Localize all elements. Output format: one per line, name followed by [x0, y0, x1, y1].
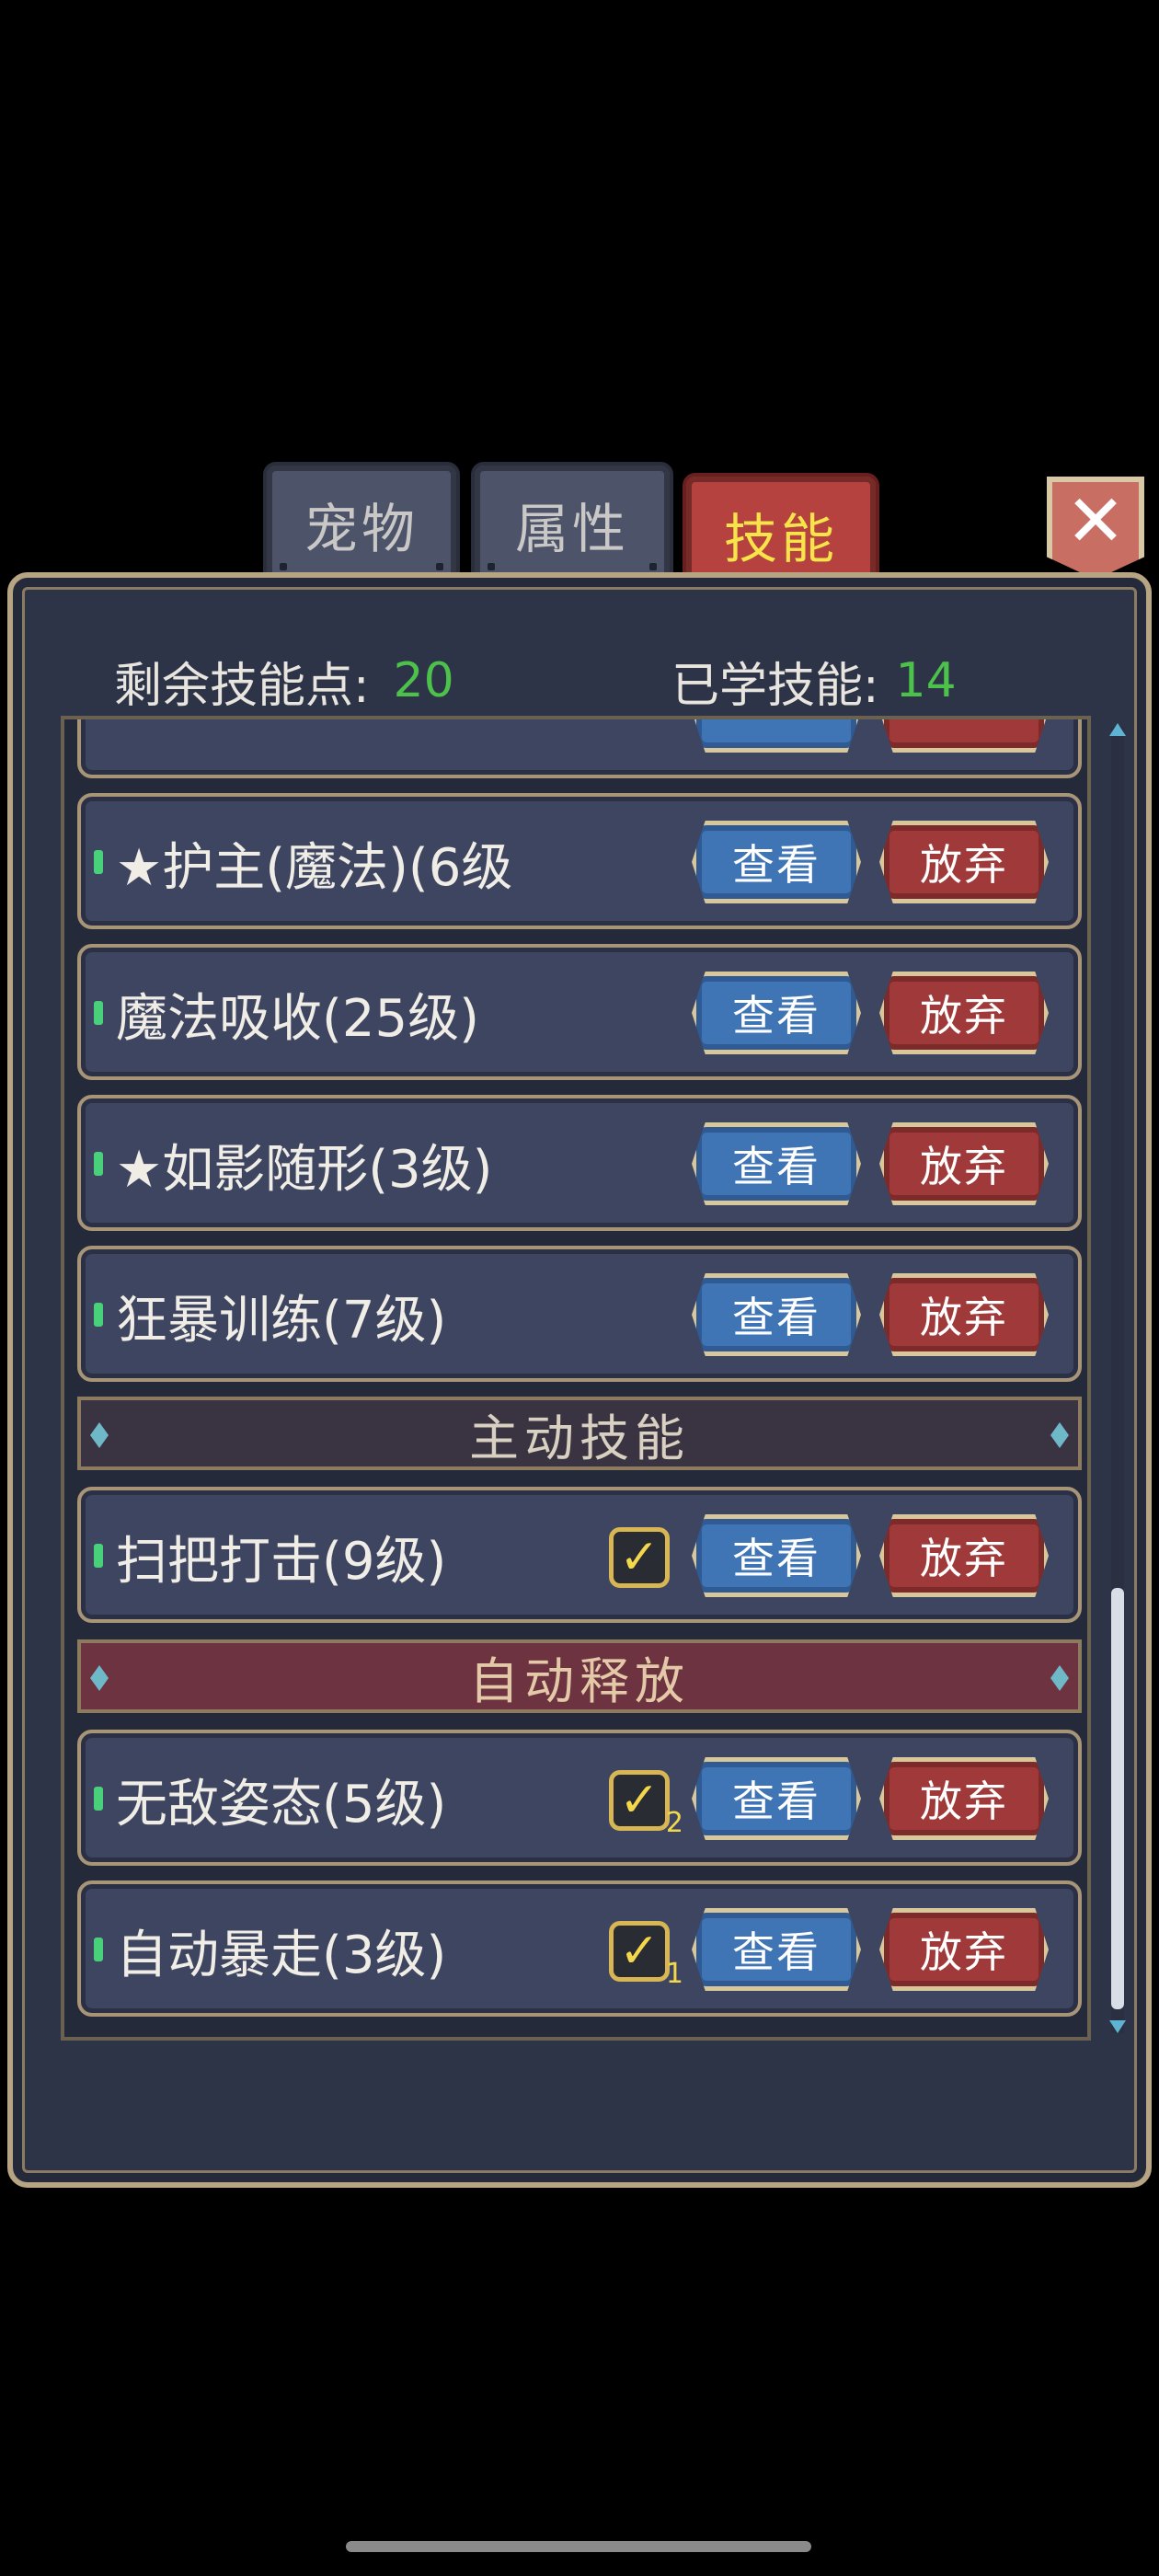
check-icon: ✓	[619, 1773, 660, 1828]
skill-name: 无敌姿态(5级)	[116, 1775, 447, 1834]
gem-icon	[1050, 1665, 1069, 1691]
view-button[interactable]: 查看	[692, 1122, 861, 1205]
section-header-auto: 自动释放	[77, 1639, 1082, 1713]
skill-row: 狂暴训练(7级) 查看 放弃	[77, 1246, 1082, 1382]
view-button[interactable]: 查看	[692, 1514, 861, 1597]
skill-name: ★护主(魔法)(6级	[116, 838, 513, 898]
skill-name: 扫把打击(9级)	[116, 1532, 447, 1592]
row-marker	[94, 1544, 103, 1568]
rivet	[649, 563, 657, 570]
check-icon: ✓	[619, 1530, 660, 1585]
close-button[interactable]: ✕	[1047, 477, 1144, 580]
section-title: 自动释放	[469, 1651, 690, 1710]
skill-name: 魔法吸收(25级)	[116, 989, 479, 1049]
tab-skills-label: 技能	[723, 508, 838, 570]
home-indicator[interactable]	[346, 2541, 811, 2552]
auto-cast-checkbox[interactable]: ✓ 2	[609, 1770, 683, 1839]
row-marker	[94, 1787, 103, 1811]
remaining-points-value: 20	[393, 653, 454, 708]
section-title: 主动技能	[469, 1409, 690, 1467]
row-marker	[94, 1001, 103, 1025]
learned-skills-label: 已学技能:	[671, 658, 879, 714]
drop-button[interactable]: 放弃	[879, 821, 1049, 903]
auto-cast-checkbox[interactable]: ✓	[609, 1527, 670, 1588]
drop-button[interactable]: 放弃	[879, 1908, 1049, 1991]
view-button[interactable]: 查看	[692, 821, 861, 903]
close-icon: ✕	[1065, 480, 1126, 563]
skill-row: ★护主(魔法)(6级 查看 放弃	[77, 793, 1082, 929]
view-button[interactable]: 查看	[692, 1908, 861, 1991]
tab-attributes[interactable]: 属性	[471, 462, 673, 587]
view-button[interactable]: 查看	[692, 1757, 861, 1840]
rivet	[436, 563, 443, 570]
skill-row: 自动暴走(3级) ✓ 1 查看 放弃	[77, 1880, 1082, 2017]
tab-pet[interactable]: 宠物	[263, 462, 460, 587]
skill-row: ★如影随形(3级) 查看 放弃	[77, 1095, 1082, 1231]
skill-row: 扫把打击(9级) ✓ 查看 放弃	[77, 1487, 1082, 1623]
skill-row-partial	[77, 719, 1082, 778]
scrollbar-thumb[interactable]	[1111, 1588, 1124, 2009]
rivet	[488, 563, 495, 570]
check-icon: ✓	[619, 1924, 660, 1979]
remaining-points: 剩余技能点: 20	[114, 644, 454, 718]
row-marker	[94, 850, 103, 874]
learned-skills: 已学技能: 14	[671, 644, 957, 718]
section-header-active: 主动技能	[77, 1397, 1082, 1470]
drop-button[interactable]: 放弃	[879, 1273, 1049, 1356]
row-marker	[94, 1303, 103, 1327]
gem-icon	[90, 1422, 109, 1448]
drop-button[interactable]: 放弃	[879, 1757, 1049, 1840]
gem-icon	[1050, 1422, 1069, 1448]
learned-skills-value: 14	[895, 653, 957, 708]
skill-row: 魔法吸收(25级) 查看 放弃	[77, 944, 1082, 1080]
row-marker	[94, 1152, 103, 1176]
drop-button[interactable]	[879, 719, 1049, 753]
cast-order: 1	[665, 1958, 683, 1990]
skill-row: 无敌姿态(5级) ✓ 2 查看 放弃	[77, 1730, 1082, 1866]
rivet	[280, 563, 287, 570]
view-button[interactable]	[692, 719, 861, 753]
drop-button[interactable]: 放弃	[879, 1122, 1049, 1205]
drop-button[interactable]: 放弃	[879, 972, 1049, 1054]
cast-order: 2	[665, 1807, 683, 1839]
view-button[interactable]: 查看	[692, 972, 861, 1054]
remaining-points-label: 剩余技能点:	[114, 658, 370, 714]
gem-icon	[90, 1665, 109, 1691]
skill-name: ★如影随形(3级)	[116, 1140, 493, 1200]
skill-list[interactable]: ★护主(魔法)(6级 查看 放弃 魔法吸收(25级) 查看 放弃 ★如影随形(3…	[61, 716, 1091, 2041]
skill-name: 自动暴走(3级)	[116, 1926, 447, 1985]
view-button[interactable]: 查看	[692, 1273, 861, 1356]
tab-pet-label: 宠物	[304, 498, 419, 560]
auto-cast-checkbox[interactable]: ✓ 1	[609, 1921, 683, 1990]
row-marker	[94, 1938, 103, 1961]
tab-attributes-label: 属性	[514, 498, 629, 560]
drop-button[interactable]: 放弃	[879, 1514, 1049, 1597]
skill-name: 狂暴训练(7级)	[116, 1291, 447, 1351]
